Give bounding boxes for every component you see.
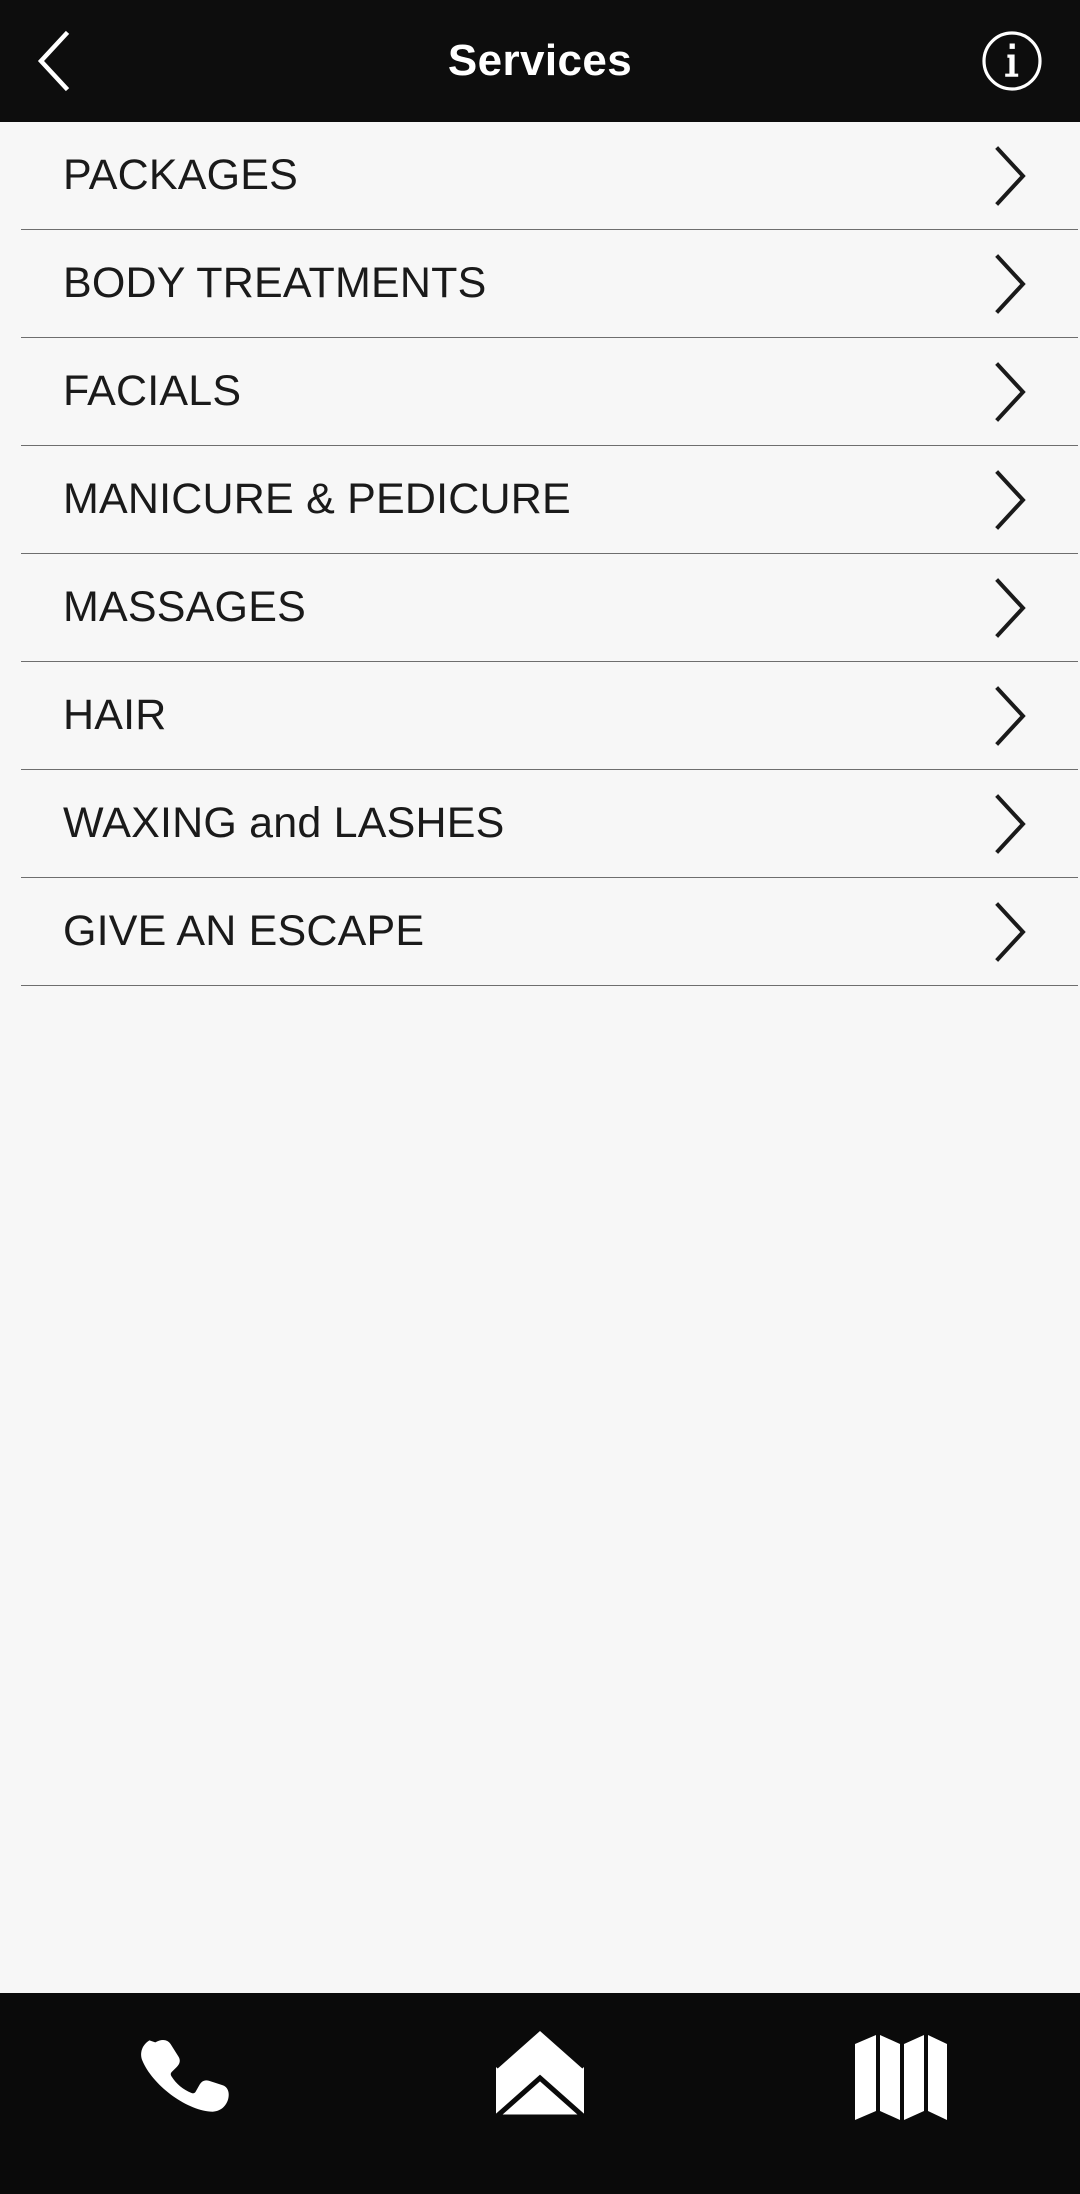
list-item-label: FACIALS (63, 367, 242, 415)
chevron-right-icon (988, 685, 1032, 747)
map-icon (848, 2023, 952, 2127)
list-item-label: WAXING and LASHES (63, 799, 505, 847)
email-button[interactable] (440, 2015, 640, 2135)
chevron-right-icon (988, 793, 1032, 855)
info-circle-icon (981, 30, 1043, 92)
bottom-navigation-bar (0, 1993, 1080, 2194)
chevron-right-icon (988, 469, 1032, 531)
back-button[interactable] (0, 0, 110, 122)
chevron-right-icon (988, 253, 1032, 315)
list-item[interactable]: PACKAGES (0, 122, 1080, 229)
list-item-label: HAIR (63, 691, 167, 739)
app-root: Services PACKAGES BODY TREATMENTS FACIAL… (0, 0, 1080, 2194)
list-divider (21, 985, 1078, 986)
list-item[interactable]: GIVE AN ESCAPE (0, 878, 1080, 985)
chevron-right-icon (988, 577, 1032, 639)
list-item-label: PACKAGES (63, 151, 298, 199)
services-list: PACKAGES BODY TREATMENTS FACIALS MANICUR… (0, 122, 1080, 1993)
chevron-right-icon (988, 361, 1032, 423)
list-item-label: MANICURE & PEDICURE (63, 475, 571, 523)
chevron-left-icon (32, 30, 78, 92)
list-item[interactable]: MASSAGES (0, 554, 1080, 661)
phone-icon (128, 2023, 232, 2127)
header-bar: Services (0, 0, 1080, 122)
list-item[interactable]: BODY TREATMENTS (0, 230, 1080, 337)
list-item[interactable]: HAIR (0, 662, 1080, 769)
call-button[interactable] (80, 2015, 280, 2135)
list-item-label: MASSAGES (63, 583, 306, 631)
list-item-label: BODY TREATMENTS (63, 259, 487, 307)
map-button[interactable] (800, 2015, 1000, 2135)
list-item[interactable]: WAXING and LASHES (0, 770, 1080, 877)
info-button[interactable] (962, 0, 1062, 122)
chevron-right-icon (988, 145, 1032, 207)
list-item-label: GIVE AN ESCAPE (63, 907, 425, 955)
list-item[interactable]: FACIALS (0, 338, 1080, 445)
page-title: Services (447, 36, 633, 85)
chevron-right-icon (988, 901, 1032, 963)
list-item[interactable]: MANICURE & PEDICURE (0, 446, 1080, 553)
envelope-icon (488, 2023, 592, 2127)
